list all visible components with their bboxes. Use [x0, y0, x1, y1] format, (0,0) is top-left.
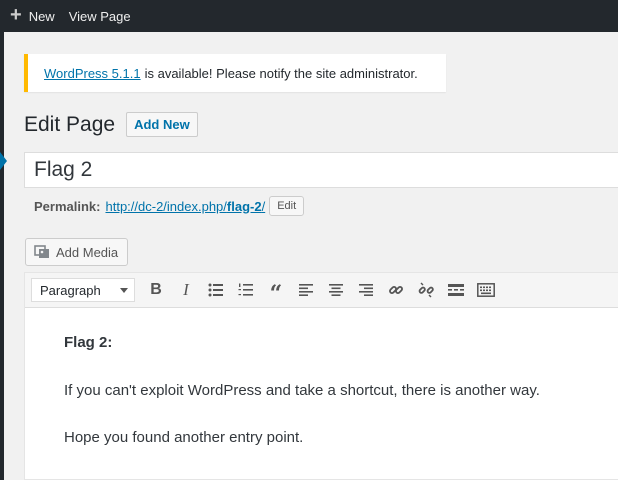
align-left-icon [299, 284, 313, 296]
read-more-icon [448, 284, 464, 296]
align-right-button[interactable] [351, 276, 381, 304]
editor-content[interactable]: Flag 2: If you can't exploit WordPress a… [25, 308, 618, 450]
page-heading: Edit Page Add New [24, 112, 198, 137]
post-title-input[interactable] [24, 152, 618, 188]
new-content-menu[interactable]: + New [0, 0, 63, 32]
permalink-label: Permalink: [34, 198, 101, 214]
content-paragraph-1: If you can't exploit WordPress and take … [64, 381, 540, 399]
align-right-icon [359, 284, 373, 296]
blockquote-icon: “ [269, 281, 283, 307]
bold-icon: B [150, 281, 162, 298]
chevron-down-icon [120, 287, 128, 293]
format-select-value: Paragraph [40, 282, 101, 298]
new-label: New [28, 8, 55, 24]
read-more-button[interactable] [441, 276, 471, 304]
admin-bar: + New View Page [0, 0, 618, 32]
permalink-slug: flag-2 [226, 198, 262, 214]
editor-toolbar: Paragraph B I “ [25, 273, 618, 308]
page-title: Edit Page [24, 112, 116, 136]
link-icon [389, 286, 403, 294]
bold-button[interactable]: B [141, 276, 171, 304]
link-button[interactable] [381, 276, 411, 304]
update-link[interactable]: WordPress 5.1.1 [44, 66, 141, 81]
toolbar-toggle-button[interactable] [471, 276, 501, 304]
unlink-icon [418, 282, 434, 298]
content-editor: Paragraph B I “ Flag 2: If you can't exp… [24, 272, 618, 480]
media-icon [34, 245, 49, 258]
content-paragraph-2: Hope you found another entry point. [64, 429, 304, 446]
numbered-list-icon [238, 283, 253, 296]
toolbar-toggle-icon [477, 283, 495, 297]
admin-menu-edge [0, 32, 4, 480]
bullet-list-button[interactable] [201, 276, 231, 304]
align-left-button[interactable] [291, 276, 321, 304]
italic-button[interactable]: I [171, 276, 201, 304]
permalink-end: / [261, 198, 266, 214]
permalink-base: http://dc-2/index.php/ [105, 198, 227, 214]
unlink-button[interactable] [411, 276, 441, 304]
edit-slug-button[interactable]: Edit [269, 196, 305, 216]
update-notice: WordPress 5.1.1 is available! Please not… [24, 54, 446, 92]
update-notice-message: is available! Please notify the site adm… [144, 65, 418, 81]
blockquote-button[interactable]: “ [261, 276, 291, 307]
content-heading: Flag 2: [64, 334, 113, 351]
bullet-list-icon [208, 283, 223, 297]
permalink-row: Permalink: http://dc-2/index.php/flag-2/… [34, 196, 305, 216]
align-center-button[interactable] [321, 276, 351, 304]
add-media-label: Add Media [56, 244, 119, 260]
add-new-button[interactable]: Add New [126, 112, 198, 137]
current-menu-arrow-icon [0, 152, 7, 170]
numbered-list-button[interactable] [231, 276, 261, 304]
align-center-icon [329, 284, 343, 296]
format-select[interactable]: Paragraph [31, 278, 135, 302]
permalink-url[interactable]: http://dc-2/index.php/flag-2/ [105, 199, 265, 214]
add-media-button[interactable]: Add Media [25, 238, 129, 266]
plus-icon: + [10, 4, 22, 26]
italic-icon: I [183, 280, 189, 299]
view-page-link[interactable]: View Page [63, 0, 139, 32]
